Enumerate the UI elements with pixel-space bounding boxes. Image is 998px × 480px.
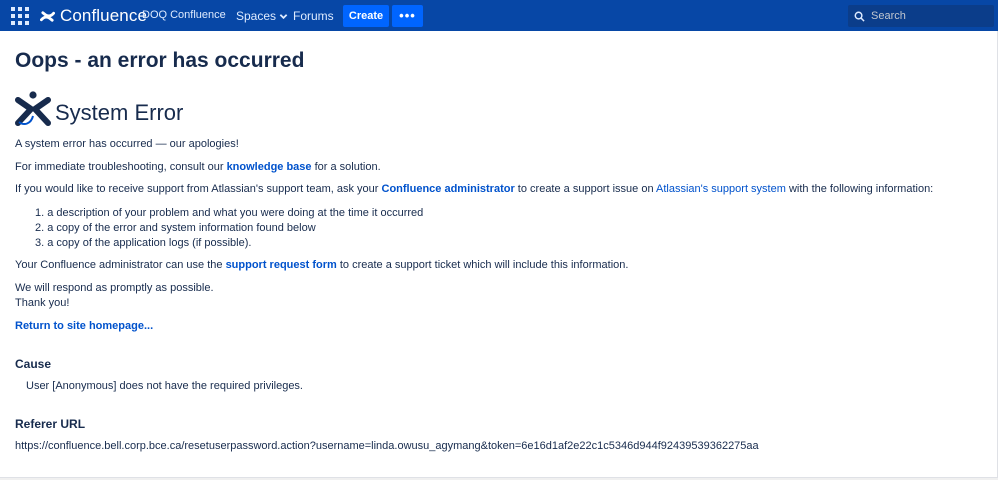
- search-input[interactable]: [871, 10, 989, 22]
- return-homepage-link[interactable]: Return to site homepage...: [15, 320, 153, 332]
- forums-label: Forums: [293, 9, 334, 23]
- cause-text: User [Anonymous] does not have the requi…: [26, 380, 303, 392]
- error-title: System Error: [55, 100, 184, 125]
- confluence-admin-link[interactable]: Confluence administrator: [382, 183, 515, 195]
- page-title: Oops - an error has occurred: [15, 49, 305, 72]
- list-item: 3. a copy of the application logs (if po…: [35, 237, 252, 249]
- support-text: If you would like to receive support fro…: [15, 182, 933, 197]
- knowledge-base-link[interactable]: knowledge base: [227, 161, 312, 173]
- system-error-icon: [15, 91, 51, 126]
- support-system-link[interactable]: Atlassian's support system: [656, 183, 786, 195]
- page-frame: Confluence DOQ Confluence Spaces Forums …: [0, 0, 998, 478]
- list-item: 2. a copy of the error and system inform…: [35, 222, 316, 234]
- thanks-text: Thank you!: [15, 297, 70, 309]
- request-after: to create a support ticket which will in…: [336, 259, 629, 271]
- apology-text: A system error has occurred — our apolog…: [15, 138, 239, 150]
- spaces-label: Spaces: [236, 9, 277, 23]
- respond-text: We will respond as promptly as possible.: [15, 282, 214, 294]
- support-middle: to create a support issue on: [514, 183, 657, 195]
- troubleshoot-text: For immediate troubleshooting, consult o…: [15, 160, 381, 175]
- search-icon: [854, 11, 865, 22]
- referer-heading: Referer URL: [15, 417, 86, 431]
- more-button[interactable]: •••: [392, 5, 423, 27]
- spaces-menu[interactable]: Spaces: [236, 9, 288, 23]
- chevron-down-icon: [279, 13, 288, 19]
- list-item: 1. a description of your problem and wha…: [35, 207, 424, 219]
- request-before: Your Confluence administrator can use th…: [15, 259, 226, 271]
- error-header: System Error: [15, 90, 183, 126]
- info-list: 1. a description of your problem and wha…: [35, 206, 423, 251]
- logo-text: Confluence: [60, 6, 148, 25]
- app-switcher-icon[interactable]: [10, 6, 30, 26]
- search-box[interactable]: [848, 5, 994, 27]
- support-request-form-link[interactable]: support request form: [226, 259, 337, 271]
- forums-link[interactable]: Forums: [293, 9, 334, 23]
- support-after: with the following information:: [785, 183, 934, 195]
- return-homepage-paragraph: Return to site homepage...: [15, 319, 153, 334]
- request-text: Your Confluence administrator can use th…: [15, 258, 628, 273]
- support-before: If you would like to receive support fro…: [15, 183, 382, 195]
- create-button[interactable]: Create: [343, 5, 389, 27]
- troubleshoot-after: for a solution.: [311, 161, 381, 173]
- troubleshoot-before: For immediate troubleshooting, consult o…: [15, 161, 227, 173]
- cause-heading: Cause: [15, 357, 52, 371]
- confluence-logo-icon: [40, 10, 55, 22]
- referer-url: https://confluence.bell.corp.bce.ca/rese…: [15, 440, 759, 452]
- confluence-logo[interactable]: Confluence: [40, 4, 147, 28]
- site-name[interactable]: DOQ Confluence: [142, 9, 226, 21]
- top-navigation: Confluence DOQ Confluence Spaces Forums …: [0, 0, 998, 31]
